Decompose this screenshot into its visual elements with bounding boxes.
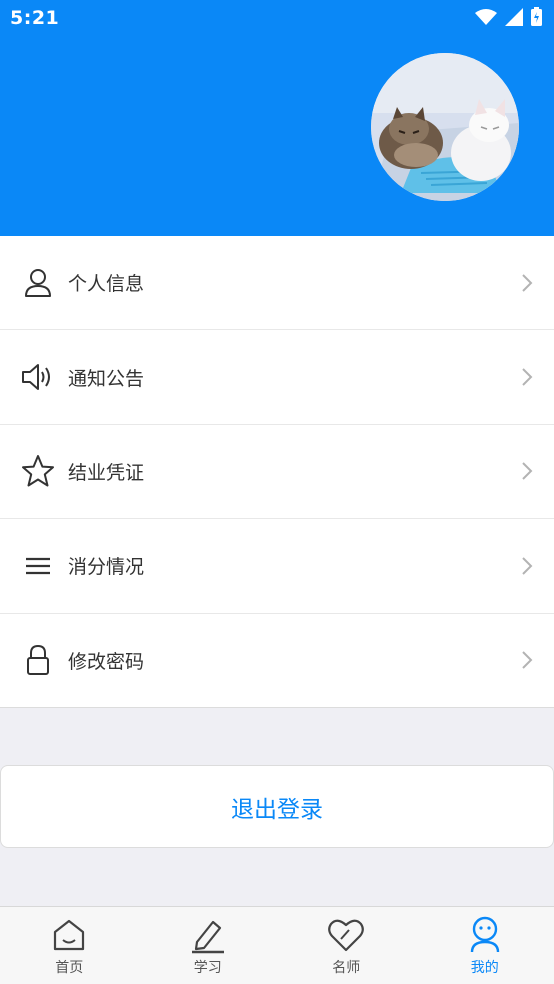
tab-teachers[interactable]: 名师 [277, 907, 416, 984]
menu-item-notices[interactable]: 通知公告 [0, 330, 554, 425]
logout-label: 退出登录 [231, 796, 323, 823]
menu-item-label: 修改密码 [68, 650, 145, 673]
logout-button[interactable]: 退出登录 [0, 765, 554, 848]
tab-mine[interactable]: 我的 [416, 907, 554, 984]
battery-icon [531, 7, 542, 26]
status-time: 5:21 [10, 7, 60, 29]
menu-item-label: 通知公告 [68, 367, 145, 390]
chevron-right-icon [522, 651, 533, 669]
menu-item-personal-info[interactable]: 个人信息 [0, 236, 554, 331]
tab-label: 学习 [193, 960, 222, 976]
person-icon [21, 266, 55, 300]
home-icon [49, 915, 89, 955]
tab-label: 首页 [55, 960, 84, 976]
lock-icon [21, 643, 55, 677]
status-bar: 5:21 [0, 0, 554, 38]
star-icon [21, 454, 55, 488]
chevron-right-icon [522, 368, 533, 386]
chevron-right-icon [522, 462, 533, 481]
tab-study[interactable]: 学习 [139, 907, 278, 984]
profile-menu: 个人信息 通知公告 结业凭证 消分情况 修改密码 [0, 236, 554, 708]
menu-item-label: 消分情况 [68, 556, 145, 579]
status-icons [475, 7, 542, 26]
heart-icon [326, 915, 366, 955]
chevron-right-icon [522, 557, 533, 575]
menu-item-certificate[interactable]: 结业凭证 [0, 425, 554, 520]
signal-icon [505, 7, 523, 26]
chevron-right-icon [522, 273, 533, 292]
menu-lines-icon [21, 549, 55, 583]
bottom-tab-bar: 首页 学习 名师 我的 [0, 906, 554, 984]
menu-item-change-password[interactable]: 修改密码 [0, 614, 554, 708]
wifi-icon [475, 8, 497, 25]
menu-item-label: 个人信息 [68, 273, 145, 296]
avatar[interactable] [371, 53, 519, 201]
profile-icon [465, 915, 505, 955]
speaker-icon [21, 360, 55, 394]
tab-label: 名师 [332, 960, 361, 976]
menu-item-points[interactable]: 消分情况 [0, 519, 554, 614]
profile-header: 5:21 [0, 0, 554, 236]
pencil-icon [188, 915, 228, 955]
cat-photo-image [371, 53, 519, 201]
tab-label: 我的 [470, 960, 499, 976]
tab-home[interactable]: 首页 [0, 907, 139, 984]
menu-item-label: 结业凭证 [68, 461, 145, 484]
